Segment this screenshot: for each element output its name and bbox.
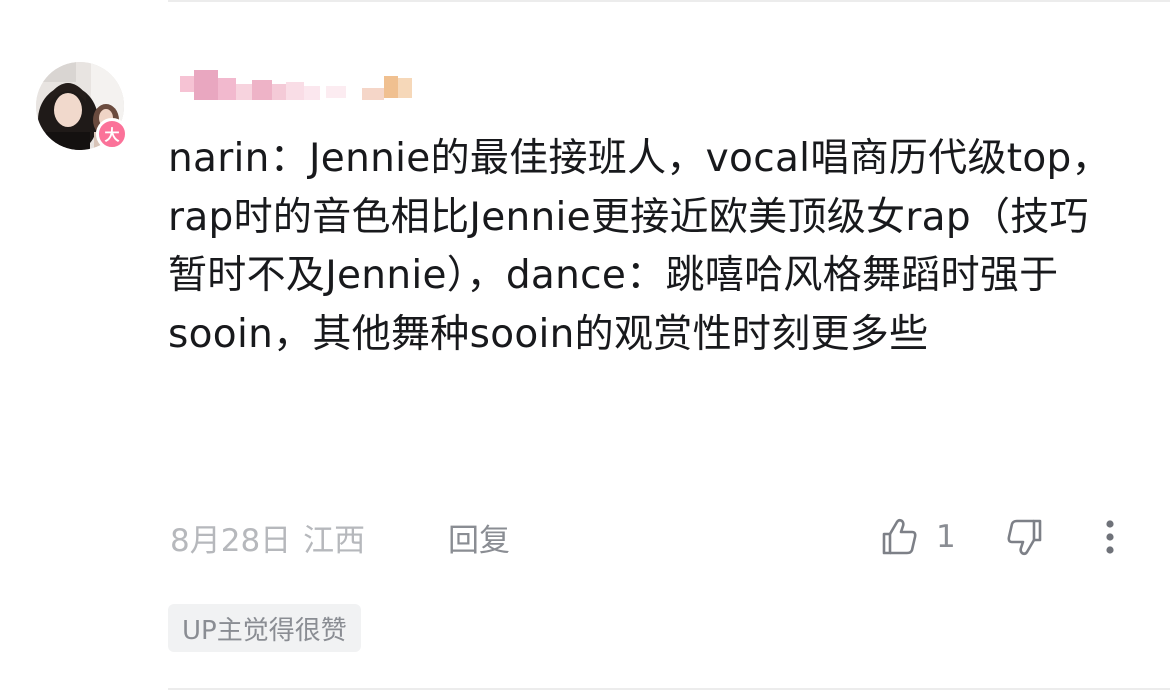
- more-options-button[interactable]: [1096, 514, 1124, 560]
- comment-date: 8月28日: [170, 522, 292, 559]
- like-count: 1: [936, 519, 956, 555]
- username-blurred[interactable]: [176, 70, 436, 106]
- more-vertical-icon: [1106, 520, 1114, 554]
- reply-button[interactable]: 回复: [448, 514, 510, 560]
- bottom-divider: [168, 688, 1170, 690]
- up-liked-tag: UP主觉得很赞: [168, 604, 361, 652]
- comment-location: 江西: [303, 522, 366, 559]
- thumbs-down-icon: [1007, 519, 1042, 556]
- comment-item: 大 narin：Jennie的最佳接班人，vocal唱商历代级top，rap时的…: [0, 0, 1170, 692]
- official-badge: 大: [96, 118, 128, 150]
- like-button[interactable]: 1: [878, 514, 956, 560]
- dislike-button[interactable]: [1004, 514, 1046, 560]
- comment-text: narin：Jennie的最佳接班人，vocal唱商历代级top，rap时的音色…: [168, 136, 1111, 357]
- comment-meta: 8月28日 江西: [170, 514, 365, 560]
- top-divider: [168, 0, 1170, 2]
- thumbs-up-icon: [882, 518, 917, 555]
